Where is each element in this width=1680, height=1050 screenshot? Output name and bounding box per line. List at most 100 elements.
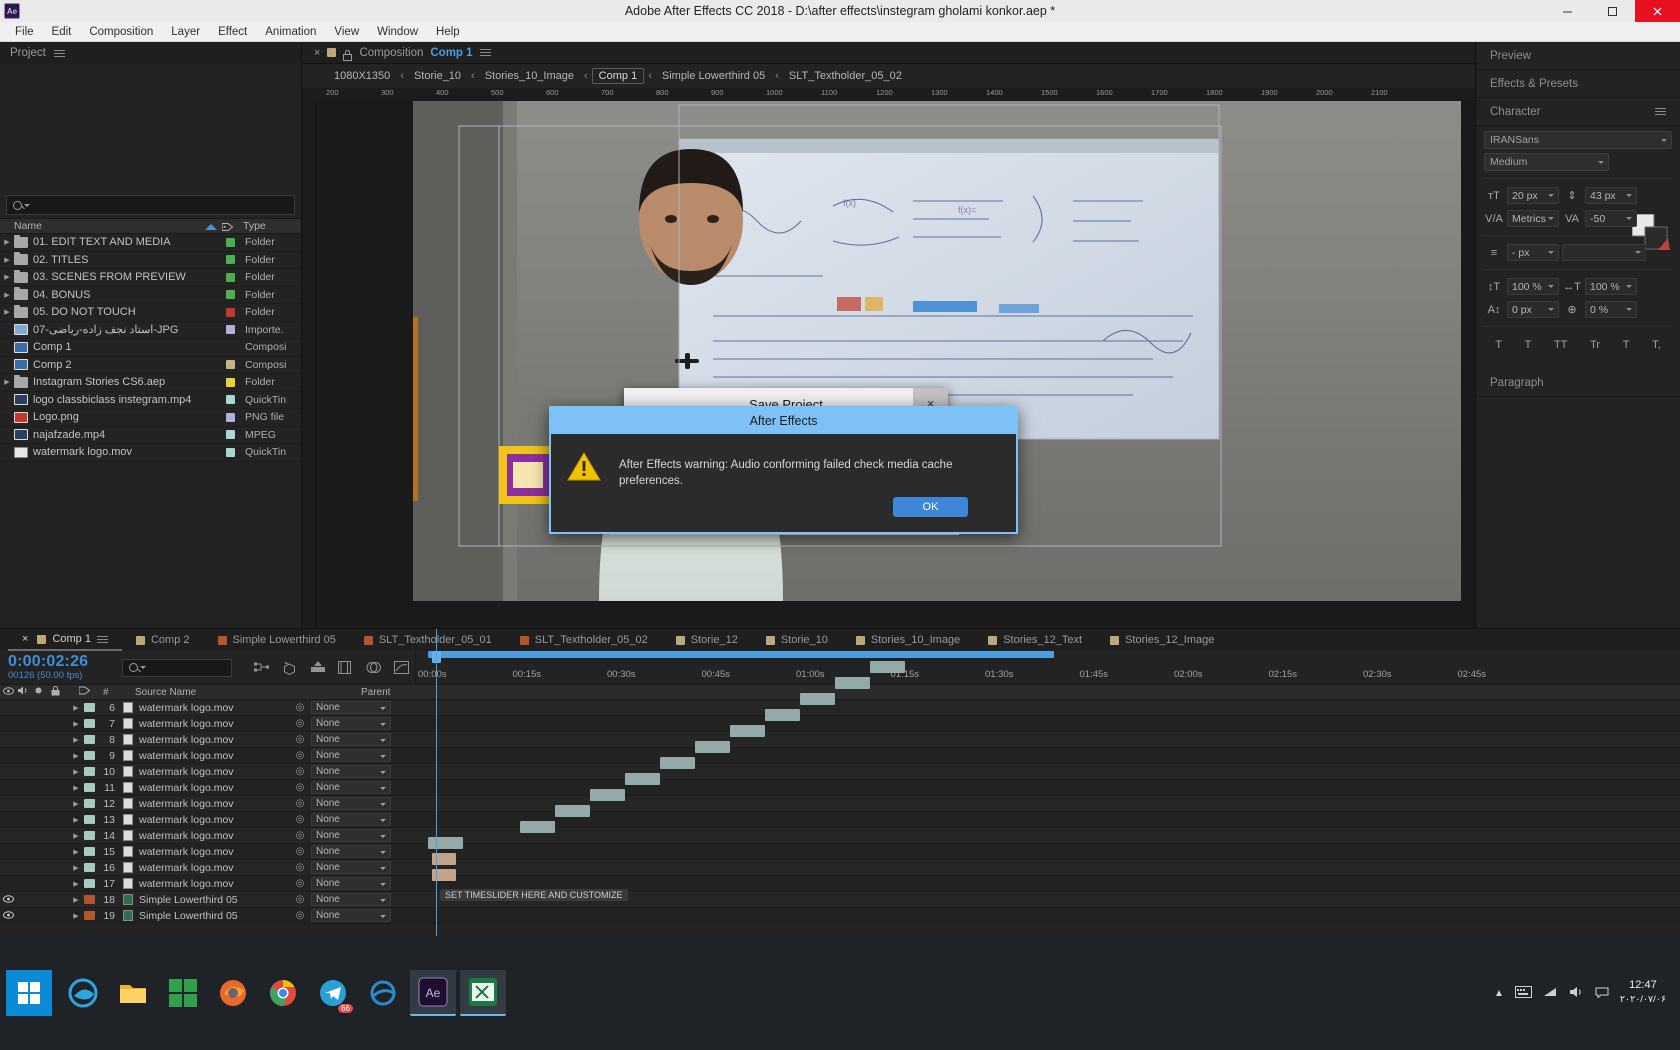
parent-dropdown[interactable]: None [311,877,391,890]
project-search-input[interactable] [6,195,295,215]
composition-mini-flowchart-icon[interactable] [254,661,269,675]
timeline-tab-2[interactable]: Simple Lowerthird 05 [204,629,350,651]
layer-duration-bar[interactable] [428,837,463,849]
layer-twirl-icon[interactable]: ▶ [68,784,84,792]
project-item-row[interactable]: Comp 2 Composi [0,357,301,374]
layer-label-swatch[interactable] [84,911,95,920]
parent-pickwhip-icon[interactable]: ◎ [289,894,311,905]
layer-twirl-icon[interactable]: ▶ [68,768,84,776]
layer-source-name[interactable]: watermark logo.mov [139,750,289,762]
close-tab-icon[interactable]: × [22,633,28,645]
layer-duration-bar[interactable] [625,773,660,785]
parent-pickwhip-icon[interactable]: ◎ [289,814,311,825]
twirl-icon[interactable]: ▶ [0,273,14,281]
parent-pickwhip-icon[interactable]: ◎ [289,702,311,713]
project-item-row[interactable]: ▶ 02. TITLES Folder [0,252,301,269]
project-item-row[interactable]: ▶ Instagram Stories CS6.aep Folder [0,374,301,392]
twirl-icon[interactable]: ▶ [0,291,14,299]
breadcrumb-item-2[interactable]: Stories_10_Image [479,69,580,83]
column-name-label[interactable]: Name [0,220,42,232]
parent-pickwhip-icon[interactable]: ◎ [289,718,311,729]
parent-dropdown[interactable]: None [311,717,391,730]
video-toggle-icon[interactable] [0,910,17,922]
parent-dropdown[interactable]: None [311,733,391,746]
project-item-row[interactable]: ▶ 04. BONUS Folder [0,287,301,304]
parent-dropdown[interactable]: None [311,861,391,874]
breadcrumb-item-1[interactable]: Storie_10 [408,69,467,83]
preview-panel-header[interactable]: Preview [1476,42,1680,70]
layer-source-name[interactable]: watermark logo.mov [139,862,289,874]
layer-twirl-icon[interactable]: ▶ [68,912,84,920]
draft-3d-icon[interactable] [282,661,297,675]
menu-item-layer[interactable]: Layer [162,24,209,40]
minimize-button[interactable] [1545,0,1590,22]
breadcrumb-item-0[interactable]: 1080X1350 [328,69,396,83]
composition-menu-icon[interactable] [479,47,491,58]
layer-twirl-icon[interactable]: ▶ [68,752,84,760]
lock-icon[interactable] [343,48,353,61]
layer-label-swatch[interactable] [84,799,95,808]
project-item-row[interactable]: najafzade.mp4 MPEG [0,427,301,444]
taskbar-clock[interactable]: 12:47 ۲۰۲۰/۰۷/۰۶ [1620,979,1666,1007]
breadcrumb-item-3[interactable]: Comp 1 [591,68,645,84]
taskbar-chrome-icon[interactable] [260,970,306,1016]
label-color-swatch[interactable] [226,430,235,440]
font-size-value[interactable]: 20 px [1507,187,1559,204]
start-button[interactable] [6,970,52,1016]
layer-source-name[interactable]: watermark logo.mov [139,830,289,842]
label-color-swatch[interactable] [226,290,235,300]
taskbar-firefox-icon[interactable] [210,970,256,1016]
taskbar-edge-icon[interactable] [60,970,106,1016]
layer-twirl-icon[interactable]: ▶ [68,704,84,712]
layer-duration-bar[interactable] [660,757,695,769]
layer-label-swatch[interactable] [84,847,95,856]
parent-dropdown[interactable]: None [311,829,391,842]
tray-up-arrow-icon[interactable]: ▲ [1494,988,1504,999]
label-color-swatch[interactable] [226,447,235,457]
parent-pickwhip-icon[interactable]: ◎ [289,878,311,889]
parent-dropdown[interactable]: None [311,909,391,922]
menu-item-edit[interactable]: Edit [43,24,81,40]
paragraph-panel-header[interactable]: Paragraph [1476,369,1680,397]
effects-presets-panel-header[interactable]: Effects & Presets [1476,70,1680,98]
font-style-button-2[interactable]: TT [1554,339,1567,351]
project-item-row[interactable]: Comp 1 Composi [0,339,301,357]
twirl-icon[interactable]: ▶ [0,256,14,264]
timeline-search-input[interactable] [122,658,232,677]
label-color-swatch[interactable] [226,395,235,405]
tray-action-center-icon[interactable] [1595,986,1609,1001]
layer-label-swatch[interactable] [84,815,95,824]
horizontal-scale-value[interactable]: 100 % [1585,278,1637,295]
layer-source-name[interactable]: watermark logo.mov [139,734,289,746]
layer-label-swatch[interactable] [84,703,95,712]
parent-dropdown[interactable]: None [311,701,391,714]
timeline-tab-1[interactable]: Comp 2 [122,629,204,651]
layer-twirl-icon[interactable]: ▶ [68,896,84,904]
layer-twirl-icon[interactable]: ▶ [68,848,84,856]
taskbar-excel-icon[interactable] [460,970,506,1016]
layer-source-name[interactable]: watermark logo.mov [139,702,289,714]
layer-twirl-icon[interactable]: ▶ [68,800,84,808]
stroke-width-value[interactable]: - px [1507,244,1559,261]
layer-source-name[interactable]: Simple Lowerthird 05 [139,910,289,922]
timeline-panel-menu-icon[interactable] [96,634,108,645]
parent-dropdown[interactable]: None [311,845,391,858]
frame-blending-icon[interactable] [338,660,353,675]
menu-item-window[interactable]: Window [368,24,427,40]
tray-volume-icon[interactable] [1569,986,1584,1001]
parent-pickwhip-icon[interactable]: ◎ [289,766,311,777]
layer-twirl-icon[interactable]: ▶ [68,832,84,840]
tsume-value[interactable]: 0 % [1585,301,1637,318]
project-item-row[interactable]: ▶ 05. DO NOT TOUCH Folder [0,304,301,322]
font-style-button-1[interactable]: T [1525,339,1532,351]
parent-pickwhip-icon[interactable]: ◎ [289,830,311,841]
menu-item-animation[interactable]: Animation [256,24,325,40]
layer-twirl-icon[interactable]: ▶ [68,816,84,824]
timeline-track-area[interactable]: SET TIMESLIDER HERE AND CUSTOMIZE [418,629,1658,936]
taskbar-file-explorer-icon[interactable] [110,970,156,1016]
layer-duration-bar[interactable] [835,677,870,689]
parent-dropdown[interactable]: None [311,749,391,762]
breadcrumb-item-4[interactable]: Simple Lowerthird 05 [656,69,771,83]
layer-source-name[interactable]: watermark logo.mov [139,718,289,730]
layer-duration-bar[interactable] [520,821,555,833]
